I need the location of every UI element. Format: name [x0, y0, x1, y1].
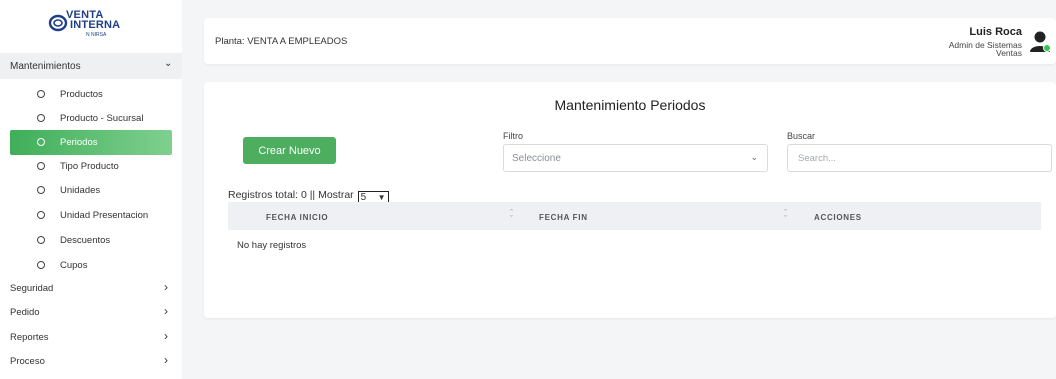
circle-icon [37, 90, 45, 98]
sidebar-item-label: Unidad Presentacion [60, 210, 149, 221]
menu-proceso-label: Proceso [10, 356, 45, 367]
sidebar-item-tipo-producto[interactable]: Tipo Producto [10, 154, 172, 179]
menu-mantenimientos[interactable]: Mantenimientos ⌄ [0, 53, 182, 79]
sidebar-item-label: Descuentos [60, 235, 111, 246]
chevron-right-icon: › [164, 353, 168, 367]
column-fecha-fin[interactable]: FECHA FIN [539, 213, 588, 222]
brand-line-3: N NIRSA [86, 32, 107, 38]
circle-icon [37, 236, 45, 244]
sidebar: VENTA INTERNA N NIRSA Mantenimientos ⌄ P… [0, 0, 182, 379]
menu-reportes[interactable]: Reportes › [0, 325, 182, 350]
logo-swirl-icon [48, 14, 68, 32]
sidebar-item-label: Cupos [60, 260, 88, 271]
menu-reportes-label: Reportes [10, 332, 49, 343]
sidebar-item-unidades[interactable]: Unidades [10, 178, 172, 203]
sidebar-item-label: Productos [60, 89, 103, 100]
sidebar-item-label: Tipo Producto [60, 161, 119, 172]
chevron-right-icon: › [164, 304, 168, 318]
online-status-icon [1043, 44, 1051, 52]
menu-mantenimientos-label: Mantenimientos [10, 61, 81, 72]
user-department: Ventas [996, 48, 1022, 58]
circle-icon [37, 186, 45, 194]
filter-select[interactable]: Seleccione ⌄ [503, 144, 768, 172]
page-title: Mantenimiento Periodos [554, 97, 706, 113]
top-header: Planta: VENTA A EMPLEADOS Luis Roca Admi… [204, 18, 1056, 64]
sidebar-item-label: Producto - Sucursal [60, 113, 144, 124]
create-new-button[interactable]: Crear Nuevo [243, 137, 336, 164]
circle-icon [37, 162, 45, 170]
menu-seguridad[interactable]: Seguridad › [0, 276, 182, 301]
search-label: Buscar [787, 131, 816, 141]
records-total-text: Registros total: 0 || Mostrar [228, 189, 354, 201]
empty-table-message: No hay registros [237, 240, 307, 251]
menu-seguridad-label: Seguridad [10, 283, 54, 294]
user-name[interactable]: Luis Roca [969, 26, 1022, 38]
menu-pedido[interactable]: Pedido › [0, 300, 182, 325]
chevron-right-icon: › [164, 329, 168, 343]
menu-proceso[interactable]: Proceso › [0, 349, 182, 374]
user-avatar-icon[interactable] [1028, 29, 1052, 53]
sidebar-item-label: Unidades [60, 185, 101, 196]
planta-label: Planta: VENTA A EMPLEADOS [215, 36, 348, 47]
brand-logo[interactable]: VENTA INTERNA N NIRSA [48, 8, 128, 44]
column-acciones: ACCIONES [814, 213, 862, 222]
chevron-down-icon: ⌄ [164, 58, 173, 69]
filter-label: Filtro [503, 131, 523, 141]
menu-pedido-label: Pedido [10, 307, 40, 318]
chevron-down-icon: ⌄ [750, 152, 758, 162]
circle-icon [37, 211, 45, 219]
sidebar-item-producto-sucursal[interactable]: Producto - Sucursal [10, 106, 172, 131]
search-input[interactable] [787, 144, 1052, 172]
table-header: FECHA INICIO ˆˇ FECHA FIN ˆˇ ACCIONES [228, 202, 1041, 230]
sort-icon[interactable]: ˆˇ [510, 209, 513, 224]
sort-icon[interactable]: ˆˇ [784, 209, 787, 224]
brand-line-2: INTERNA [70, 19, 121, 31]
filter-select-value: Seleccione [512, 153, 561, 164]
sidebar-item-periodos[interactable]: Periodos [10, 130, 172, 155]
sidebar-item-unidad-presentacion[interactable]: Unidad Presentacion [10, 203, 172, 228]
sidebar-item-productos[interactable]: Productos [10, 82, 172, 107]
sidebar-item-label: Periodos [60, 137, 98, 148]
chevron-right-icon: › [164, 280, 168, 294]
sidebar-item-descuentos[interactable]: Descuentos [10, 228, 172, 253]
circle-icon [37, 138, 45, 146]
circle-icon [37, 114, 45, 122]
column-fecha-inicio[interactable]: FECHA INICIO [266, 213, 328, 222]
sidebar-item-cupos[interactable]: Cupos [10, 253, 172, 278]
circle-icon [37, 261, 45, 269]
main-panel: Mantenimiento Periodos Crear Nuevo Filtr… [204, 82, 1056, 318]
